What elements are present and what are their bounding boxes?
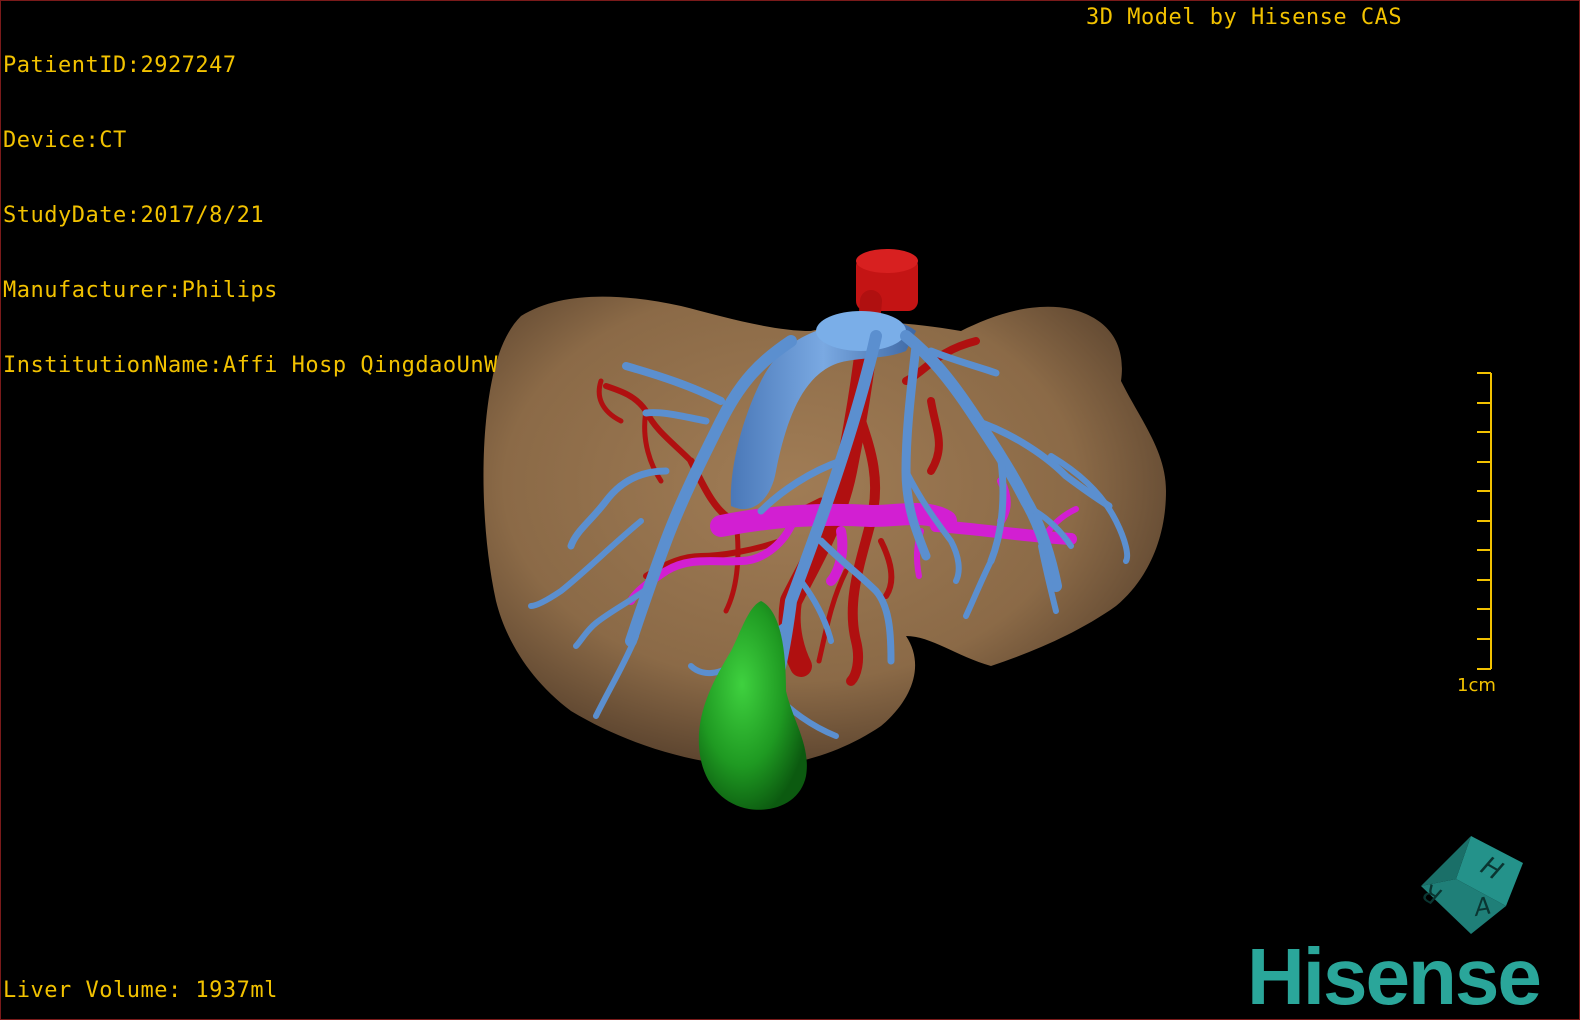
device: Device:CT: [3, 128, 127, 153]
patient-id: PatientID:2927247: [3, 53, 237, 78]
institution-name: InstitutionName:Affi Hosp QingdaoUnW: [3, 353, 498, 378]
scale-bar-label: 1cm: [1457, 675, 1496, 696]
scale-bar: [1477, 372, 1492, 670]
hisense-logo: Hisense: [1247, 932, 1542, 1020]
3d-viewport[interactable]: H R A PatientID:2927247 Device:CT StudyD…: [0, 0, 1580, 1020]
dicom-info-block: PatientID:2927247 Device:CT StudyDate:20…: [3, 3, 498, 428]
manufacturer: Manufacturer:Philips: [3, 278, 278, 303]
model-credit: 3D Model by Hisense CAS: [1086, 5, 1403, 30]
liver-volume: Liver Volume: 1937ml: [3, 978, 278, 1003]
study-date: StudyDate:2017/8/21: [3, 203, 265, 228]
orientation-cube[interactable]: H R A: [1418, 836, 1523, 934]
